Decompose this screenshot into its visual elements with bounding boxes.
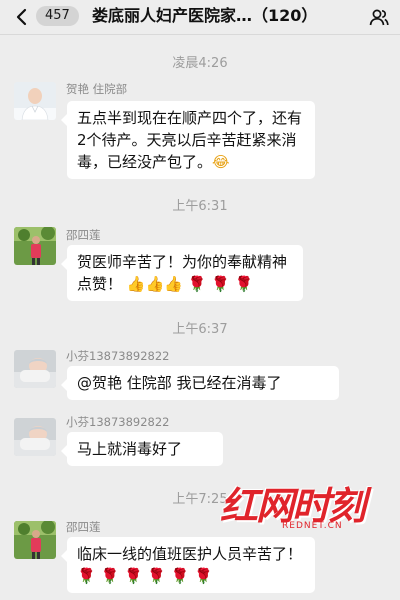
sender-name: 邵四莲 [66, 520, 101, 534]
avatar[interactable] [14, 227, 56, 265]
message-bubble[interactable]: 贺医师辛苦了！为你的奉献精神点赞！ 👍👍👍 🌹 🌹 🌹 [61, 245, 303, 301]
message-bubble[interactable]: 马上就消毒好了 [61, 432, 223, 466]
thumbs-up-emoji-icon: 👍 [164, 275, 183, 293]
thumbs-up-emoji-icon: 👍 [145, 275, 165, 293]
people-icon[interactable] [368, 6, 390, 28]
watermark-subtext: REDNET.CN [282, 521, 343, 531]
rose-emoji-icon: 🌹 [147, 567, 167, 585]
sender-name: 小芬13873892822 [66, 349, 170, 363]
rose-emoji-icon: 🌹 [211, 275, 230, 293]
rose-emoji-icon: 🌹 [194, 567, 214, 585]
chat-header: 457 娄底丽人妇产医院家…（120） [0, 0, 400, 35]
message-bubble[interactable]: @贺艳 住院部 我已经在消毒了 [61, 366, 339, 400]
message-text: @贺艳 住院部 我已经在消毒了 [77, 374, 282, 392]
sender-name: 小芬13873892822 [66, 415, 170, 429]
rose-emoji-icon: 🌹 [234, 275, 254, 293]
message-bubble[interactable]: 临床一线的值班医护人员辛苦了！ 🌹 🌹 🌹 🌹 🌹 🌹 [61, 537, 315, 593]
watermark-logo: 红网时刻 REDNET.CN [220, 485, 390, 535]
rose-emoji-icon: 🌹 [170, 567, 190, 585]
laughing-emoji-icon: 😂 [212, 153, 230, 171]
avatar[interactable] [14, 418, 56, 456]
timestamp: 凌晨4:26 [172, 56, 228, 71]
rose-emoji-icon: 🌹 [77, 567, 96, 585]
message-text: 临床一线的值班医护人员辛苦了！ [77, 545, 303, 563]
avatar[interactable] [14, 521, 56, 559]
message-bubble[interactable]: 五点半到现在在顺产四个了，还有2个待产。天亮以后辛苦赶紧来消毒，已经没产包了。😂 [61, 101, 315, 179]
timestamp: 上午6:31 [172, 199, 228, 214]
message-text: 马上就消毒好了 [77, 440, 183, 458]
sender-name: 贺艳 住院部 [66, 82, 128, 96]
message-text: 五点半到现在在顺产四个了，还有2个待产。天亮以后辛苦赶紧来消毒，已经没产包了。 [77, 109, 303, 171]
timestamp: 上午6:37 [172, 322, 228, 337]
unread-count-badge[interactable]: 457 [36, 6, 79, 26]
chat-title: 娄底丽人妇产医院家…（120） [92, 6, 318, 25]
avatar[interactable] [14, 350, 56, 388]
rose-emoji-icon: 🌹 [100, 567, 120, 585]
thumbs-up-emoji-icon: 👍 [126, 275, 146, 293]
sender-name: 邵四莲 [66, 228, 101, 242]
rose-emoji-icon: 🌹 [123, 567, 143, 585]
avatar[interactable] [14, 82, 56, 120]
chevron-left-icon[interactable] [12, 7, 32, 27]
rose-emoji-icon: 🌹 [187, 275, 207, 293]
